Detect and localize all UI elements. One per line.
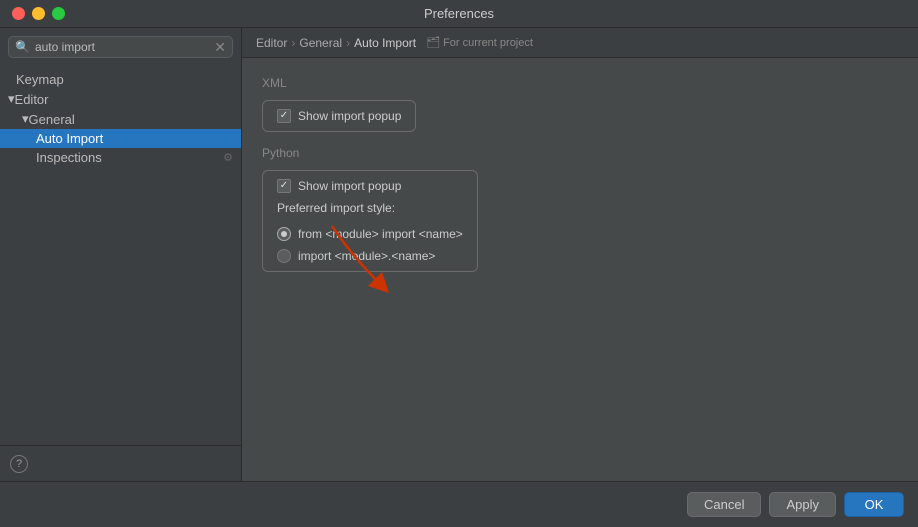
inspections-settings-icon: ⚙ xyxy=(223,151,233,164)
sidebar-item-editor[interactable]: ▾ Editor xyxy=(0,89,241,109)
python-show-popup-label: Show import popup xyxy=(298,179,401,193)
ok-button[interactable]: OK xyxy=(844,492,904,517)
breadcrumb-general: General xyxy=(299,36,342,50)
search-icon: 🔍 xyxy=(15,40,30,54)
sidebar-item-label: Inspections xyxy=(8,150,223,165)
content-panel: Editor › General › Auto Import 🗂 For cur… xyxy=(242,28,918,481)
sidebar-item-auto-import[interactable]: Auto Import xyxy=(0,129,241,148)
python-section-label: Python xyxy=(262,146,898,160)
preferred-import-label: Preferred import style: xyxy=(277,201,463,215)
module-icon: 🗂 xyxy=(426,36,440,49)
main-layout: 🔍 ✕ Keymap ▾ Editor ▾ General Auto Impor… xyxy=(0,28,918,481)
title-bar: Preferences xyxy=(0,0,918,28)
sidebar-item-label: Editor xyxy=(15,92,49,107)
breadcrumb-editor: Editor xyxy=(256,36,287,50)
arrow-general: ▾ xyxy=(8,111,29,127)
python-show-popup-checkbox[interactable] xyxy=(277,179,291,193)
help-button[interactable]: ? xyxy=(10,455,28,473)
window-controls xyxy=(12,7,65,20)
search-input[interactable] xyxy=(35,40,209,54)
minimize-button[interactable] xyxy=(32,7,45,20)
xml-show-popup-label: Show import popup xyxy=(298,109,401,123)
window-title: Preferences xyxy=(424,6,494,21)
footer: Cancel Apply OK xyxy=(0,481,918,527)
radio-import-module-button[interactable] xyxy=(277,249,291,263)
breadcrumb-sep-1: › xyxy=(291,36,295,50)
xml-show-popup-checkbox[interactable] xyxy=(277,109,291,123)
xml-section-label: XML xyxy=(262,76,898,90)
radio-import-module-label: import <module>.<name> xyxy=(298,249,435,263)
sidebar-item-label: Auto Import xyxy=(8,131,103,146)
close-button[interactable] xyxy=(12,7,25,20)
python-options-group: Show import popup Preferred import style… xyxy=(262,170,478,272)
apply-button[interactable]: Apply xyxy=(769,492,836,517)
breadcrumb-project: 🗂 For current project xyxy=(426,36,533,49)
breadcrumb-sep-2: › xyxy=(346,36,350,50)
radio-from-import-label: from <module> import <name> xyxy=(298,227,463,241)
search-bar: 🔍 ✕ xyxy=(8,36,233,58)
sidebar-item-label: General xyxy=(29,112,75,127)
breadcrumb-autoimport: Auto Import xyxy=(354,36,416,50)
radio-from-import[interactable]: from <module> import <name> xyxy=(277,227,463,241)
sidebar-item-keymap[interactable]: Keymap xyxy=(0,70,241,89)
radio-from-import-button[interactable] xyxy=(277,227,291,241)
cancel-button[interactable]: Cancel xyxy=(687,492,761,517)
sidebar-item-general[interactable]: ▾ General xyxy=(0,109,241,129)
clear-search-icon[interactable]: ✕ xyxy=(214,40,226,54)
content-body: XML Show import popup Python Show import… xyxy=(242,58,918,481)
sidebar-tree: Keymap ▾ Editor ▾ General Auto Import In… xyxy=(0,66,241,445)
sidebar-item-inspections[interactable]: Inspections ⚙ xyxy=(0,148,241,167)
breadcrumb: Editor › General › Auto Import 🗂 For cur… xyxy=(242,28,918,58)
maximize-button[interactable] xyxy=(52,7,65,20)
python-show-popup-option[interactable]: Show import popup xyxy=(277,179,463,193)
sidebar-bottom: ? xyxy=(0,445,241,481)
xml-show-popup-option[interactable]: Show import popup xyxy=(277,109,401,123)
xml-options-group: Show import popup xyxy=(262,100,416,132)
radio-import-module[interactable]: import <module>.<name> xyxy=(277,249,463,263)
sidebar: 🔍 ✕ Keymap ▾ Editor ▾ General Auto Impor… xyxy=(0,28,242,481)
sidebar-item-label: Keymap xyxy=(8,72,64,87)
